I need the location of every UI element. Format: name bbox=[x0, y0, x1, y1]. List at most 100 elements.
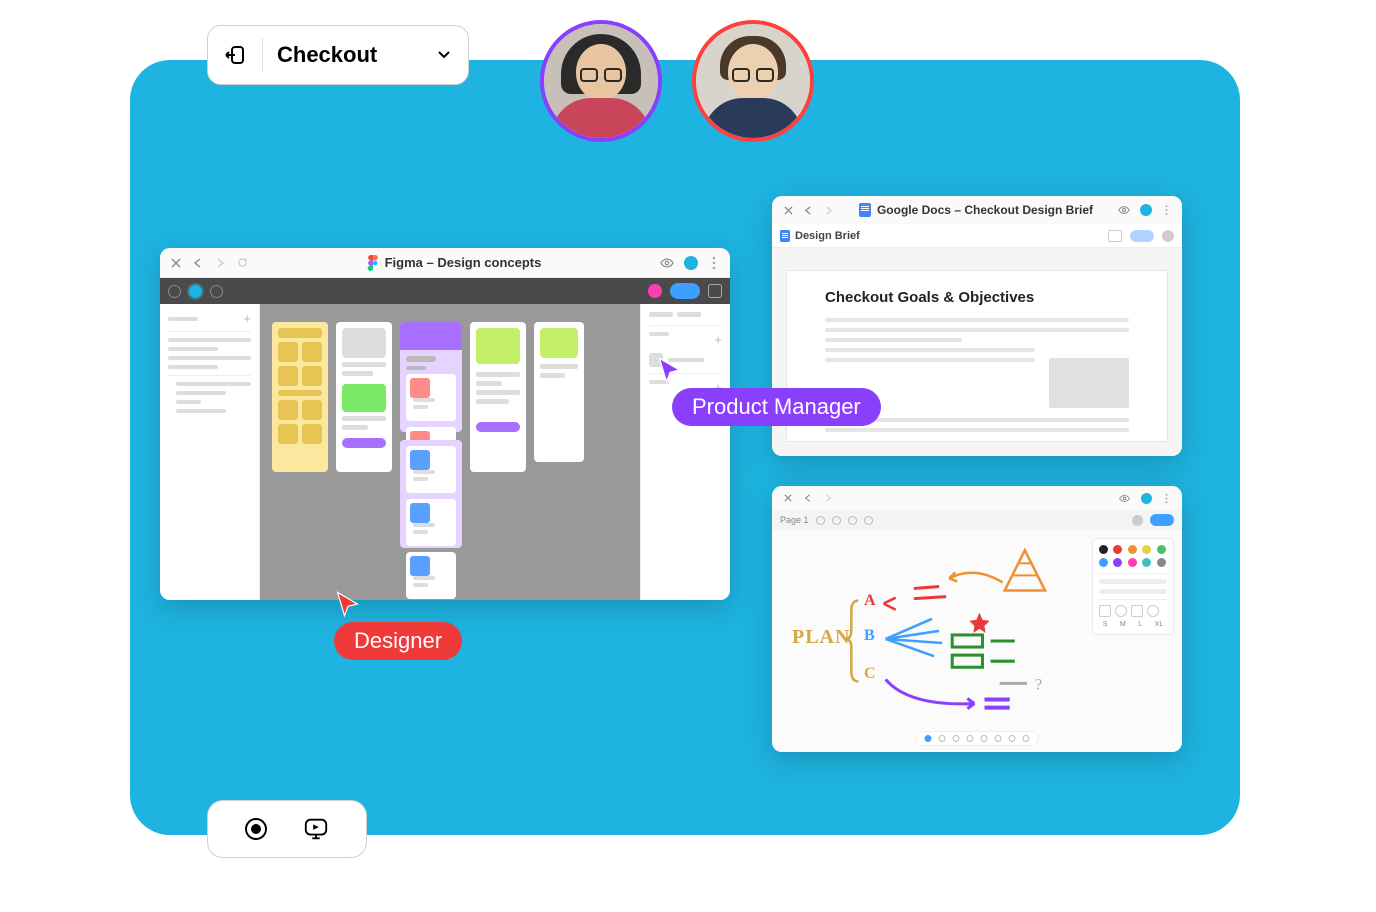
forward-icon[interactable] bbox=[214, 257, 226, 269]
pager-dot[interactable] bbox=[953, 735, 960, 742]
size-m[interactable]: M bbox=[1120, 621, 1126, 628]
color-swatch[interactable] bbox=[1142, 558, 1151, 567]
color-swatch[interactable] bbox=[1113, 545, 1122, 554]
artboard[interactable] bbox=[272, 322, 328, 472]
artboard-clipped[interactable] bbox=[534, 322, 568, 472]
gdocs-doc-icon bbox=[780, 230, 790, 242]
pager-dot[interactable] bbox=[1009, 735, 1016, 742]
gdocs-tool[interactable] bbox=[1108, 230, 1122, 242]
figma-titlebar: Figma – Design concepts bbox=[160, 248, 730, 278]
pager-dot[interactable] bbox=[981, 735, 988, 742]
whiteboard-pager bbox=[916, 731, 1039, 746]
share-button[interactable] bbox=[670, 283, 700, 299]
whiteboard-window[interactable]: Page 1 bbox=[772, 486, 1182, 752]
figma-toolbar bbox=[160, 278, 730, 304]
page-dot[interactable] bbox=[816, 516, 825, 525]
tool-circle[interactable] bbox=[168, 285, 181, 298]
cursor-label-pm: Product Manager bbox=[672, 388, 881, 426]
refresh-icon[interactable] bbox=[236, 257, 248, 269]
color-swatch[interactable] bbox=[1099, 545, 1108, 554]
figma-title: Figma – Design concepts bbox=[258, 255, 650, 271]
gdocs-titlebar: Google Docs – Checkout Design Brief bbox=[772, 196, 1182, 224]
page-dot[interactable] bbox=[864, 516, 873, 525]
divider bbox=[262, 38, 263, 72]
slider[interactable] bbox=[1099, 589, 1167, 594]
cursor-label-designer: Designer bbox=[334, 622, 462, 660]
more-icon[interactable] bbox=[708, 257, 720, 269]
cursor-icon bbox=[334, 590, 362, 618]
color-swatch[interactable] bbox=[1099, 558, 1108, 567]
participant-avatar-2[interactable] bbox=[692, 20, 814, 142]
gdocs-title: Google Docs – Checkout Design Brief bbox=[842, 203, 1110, 217]
back-icon[interactable] bbox=[802, 492, 814, 504]
doc-image-placeholder bbox=[1049, 358, 1129, 408]
artboard[interactable] bbox=[470, 322, 526, 472]
slider[interactable] bbox=[1099, 579, 1167, 584]
tool-circle[interactable] bbox=[210, 285, 223, 298]
artboard[interactable] bbox=[400, 440, 462, 548]
back-icon[interactable] bbox=[802, 204, 814, 216]
visibility-icon[interactable] bbox=[1118, 203, 1132, 217]
more-icon[interactable] bbox=[1160, 492, 1172, 504]
color-swatch[interactable] bbox=[1128, 558, 1137, 567]
page-dot[interactable] bbox=[832, 516, 841, 525]
figma-canvas[interactable] bbox=[260, 304, 640, 600]
shape-rect[interactable] bbox=[1131, 605, 1143, 617]
screenshare-button[interactable] bbox=[303, 816, 329, 842]
visibility-icon[interactable] bbox=[1119, 491, 1133, 505]
size-xl[interactable]: XL bbox=[1155, 621, 1164, 628]
shape-circle[interactable] bbox=[1115, 605, 1127, 617]
presence-dot bbox=[1141, 493, 1152, 504]
close-icon[interactable] bbox=[170, 257, 182, 269]
color-swatch[interactable] bbox=[1157, 558, 1166, 567]
presence-dot bbox=[1140, 204, 1152, 216]
wb-share-pill[interactable] bbox=[1150, 514, 1174, 526]
whiteboard-canvas[interactable]: ? PLAN A B C bbox=[772, 530, 1086, 752]
color-swatch[interactable] bbox=[1128, 545, 1137, 554]
pager-dot[interactable] bbox=[995, 735, 1002, 742]
size-l[interactable]: L bbox=[1138, 621, 1142, 628]
shape-rect[interactable] bbox=[1099, 605, 1111, 617]
cursor-icon bbox=[656, 356, 684, 384]
pager-dot[interactable] bbox=[925, 735, 932, 742]
figma-left-panel: + bbox=[160, 304, 260, 600]
size-s[interactable]: S bbox=[1103, 621, 1108, 628]
chevron-down-icon[interactable] bbox=[436, 46, 454, 64]
record-button[interactable] bbox=[245, 818, 267, 840]
page-label[interactable]: Page 1 bbox=[780, 515, 809, 525]
presence-pink bbox=[648, 284, 662, 298]
close-icon[interactable] bbox=[782, 492, 794, 504]
close-icon[interactable] bbox=[782, 204, 794, 216]
color-swatch[interactable] bbox=[1142, 545, 1151, 554]
whiteboard-tabbar: Page 1 bbox=[772, 510, 1182, 530]
tool-square[interactable] bbox=[708, 284, 722, 298]
color-swatch[interactable] bbox=[1157, 545, 1166, 554]
page-dot[interactable] bbox=[848, 516, 857, 525]
more-icon[interactable] bbox=[1160, 204, 1172, 216]
artboard[interactable] bbox=[400, 322, 462, 432]
exit-icon[interactable] bbox=[222, 42, 248, 68]
participant-avatar-1[interactable] bbox=[540, 20, 662, 142]
checkout-bar: Checkout bbox=[207, 25, 469, 85]
wb-tool-circle[interactable] bbox=[1132, 515, 1143, 526]
gdocs-tab[interactable]: Design Brief bbox=[780, 230, 860, 242]
color-swatch[interactable] bbox=[1113, 558, 1122, 567]
svg-text:?: ? bbox=[1035, 676, 1042, 693]
back-icon[interactable] bbox=[192, 257, 204, 269]
forward-icon[interactable] bbox=[822, 492, 834, 504]
pager-dot[interactable] bbox=[967, 735, 974, 742]
forward-icon[interactable] bbox=[822, 204, 834, 216]
gdocs-logo-icon bbox=[859, 203, 871, 217]
figma-logo-icon bbox=[367, 255, 379, 271]
whiteboard-option-a: A bbox=[864, 592, 876, 610]
artboard[interactable] bbox=[336, 322, 392, 472]
visibility-icon[interactable] bbox=[660, 256, 674, 270]
figma-window[interactable]: Figma – Design concepts + bbox=[160, 248, 730, 600]
tool-circle-active[interactable] bbox=[189, 285, 202, 298]
gdocs-avatar[interactable] bbox=[1162, 230, 1174, 242]
pager-dot[interactable] bbox=[939, 735, 946, 742]
gdocs-share-pill[interactable] bbox=[1130, 230, 1154, 242]
pager-dot[interactable] bbox=[1023, 735, 1030, 742]
shape-circle[interactable] bbox=[1147, 605, 1159, 617]
checkout-dropdown-label[interactable]: Checkout bbox=[277, 42, 422, 68]
